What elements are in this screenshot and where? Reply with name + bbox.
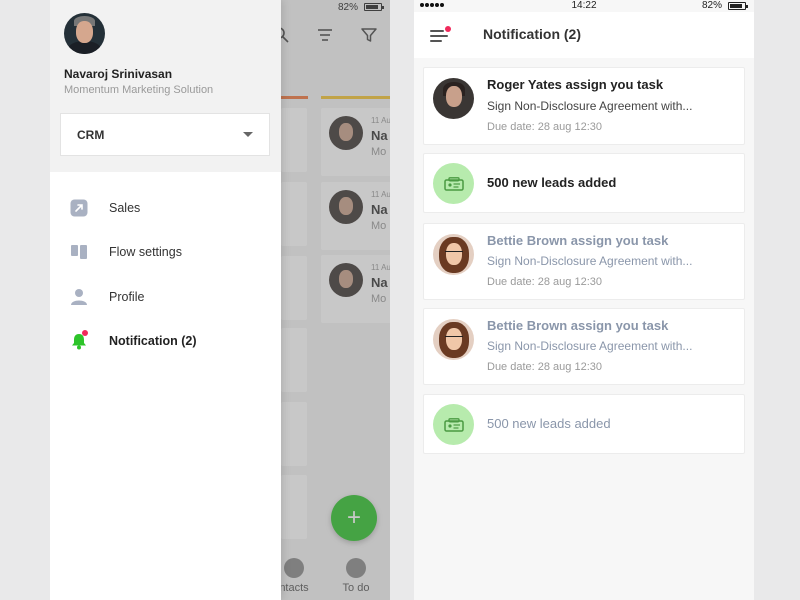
columns-icon (68, 241, 90, 263)
battery-percent: 82% (701, 0, 722, 11)
menu-label: Flow settings (109, 245, 182, 259)
menu-item-notification[interactable]: Notification (2) (50, 321, 281, 361)
notification-due-date: Due date: 28 aug 12:30 (487, 276, 602, 288)
notification-title: Bettie Brown assign you task (487, 318, 669, 333)
avatar (433, 319, 474, 360)
page-title: Notification (2) (483, 26, 581, 42)
notification-badge (445, 26, 451, 32)
menu-item-profile[interactable]: Profile (50, 277, 281, 317)
person-icon (68, 286, 90, 308)
menu-item-sales[interactable]: Sales (50, 188, 281, 228)
notification-description: Sign Non-Disclosure Agreement with... (487, 339, 693, 353)
menu-label: Sales (109, 201, 141, 215)
notification-title: 500 new leads added (487, 416, 611, 431)
notification-badge (82, 330, 88, 336)
id-card-icon (433, 163, 474, 204)
left-phone-screen: 82% 11 Au Na Mo 11 Au Na Mo 11 Au Na Mo … (50, 0, 390, 600)
arrow-square-icon (68, 197, 90, 219)
drawer-header: Navaroj Srinivasan Momentum Marketing So… (50, 0, 281, 172)
navigation-drawer: Navaroj Srinivasan Momentum Marketing So… (50, 0, 281, 600)
workspace-selector[interactable]: CRM (60, 113, 270, 156)
notification-due-date: Due date: 28 aug 12:30 (487, 361, 602, 373)
menu-label: Profile (109, 290, 145, 304)
selector-value: CRM (77, 127, 105, 142)
user-name: Navaroj Srinivasan (64, 67, 173, 81)
notification-item[interactable]: Bettie Brown assign you task Sign Non-Di… (423, 223, 745, 300)
menu-label: Notification (2) (109, 334, 197, 348)
id-card-icon (433, 404, 474, 445)
battery-status: 82% (701, 0, 748, 11)
avatar[interactable] (64, 13, 105, 54)
notification-title: Bettie Brown assign you task (487, 233, 669, 248)
avatar (433, 234, 474, 275)
notification-title: 500 new leads added (487, 175, 617, 190)
app-bar: Notification (2) (414, 12, 754, 58)
notification-description: Sign Non-Disclosure Agreement with... (487, 254, 693, 268)
status-bar: 14:22 82% (414, 0, 754, 12)
notification-due-date: Due date: 28 aug 12:30 (487, 121, 602, 133)
notification-item[interactable]: Roger Yates assign you task Sign Non-Dis… (423, 67, 745, 145)
notification-item[interactable]: 500 new leads added (423, 394, 745, 454)
company-name: Momentum Marketing Solution (64, 84, 214, 96)
notification-title: Roger Yates assign you task (487, 77, 664, 92)
bell-icon (68, 330, 90, 352)
menu-item-flow-settings[interactable]: Flow settings (50, 232, 281, 272)
chevron-down-icon (243, 132, 253, 137)
notification-item[interactable]: 500 new leads added (423, 153, 745, 213)
right-phone-screen: 14:22 82% Notification (2) Roger Yates a… (414, 0, 754, 600)
avatar (433, 78, 474, 119)
notification-item[interactable]: Bettie Brown assign you task Sign Non-Di… (423, 308, 745, 385)
battery-icon (728, 1, 748, 10)
notification-description: Sign Non-Disclosure Agreement with... (487, 99, 693, 113)
